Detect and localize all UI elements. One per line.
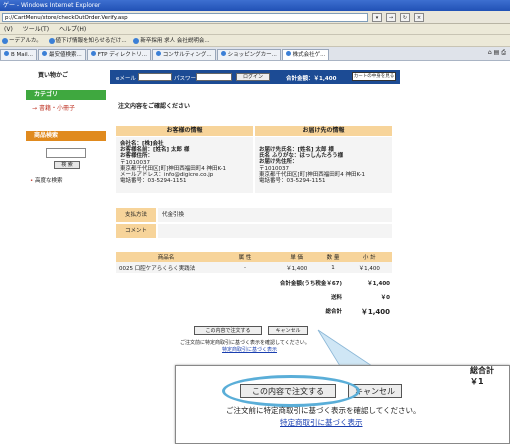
zoom-total-fragment: 総合計 ￥1 <box>470 366 494 386</box>
highlight-ellipse <box>222 375 360 407</box>
legal-link-zoomed[interactable]: 特定商取引に基づく表示 <box>280 417 363 428</box>
order-note-zoomed: ご注文前に特定商取引に基づく表示を確認してください。 <box>226 406 421 415</box>
